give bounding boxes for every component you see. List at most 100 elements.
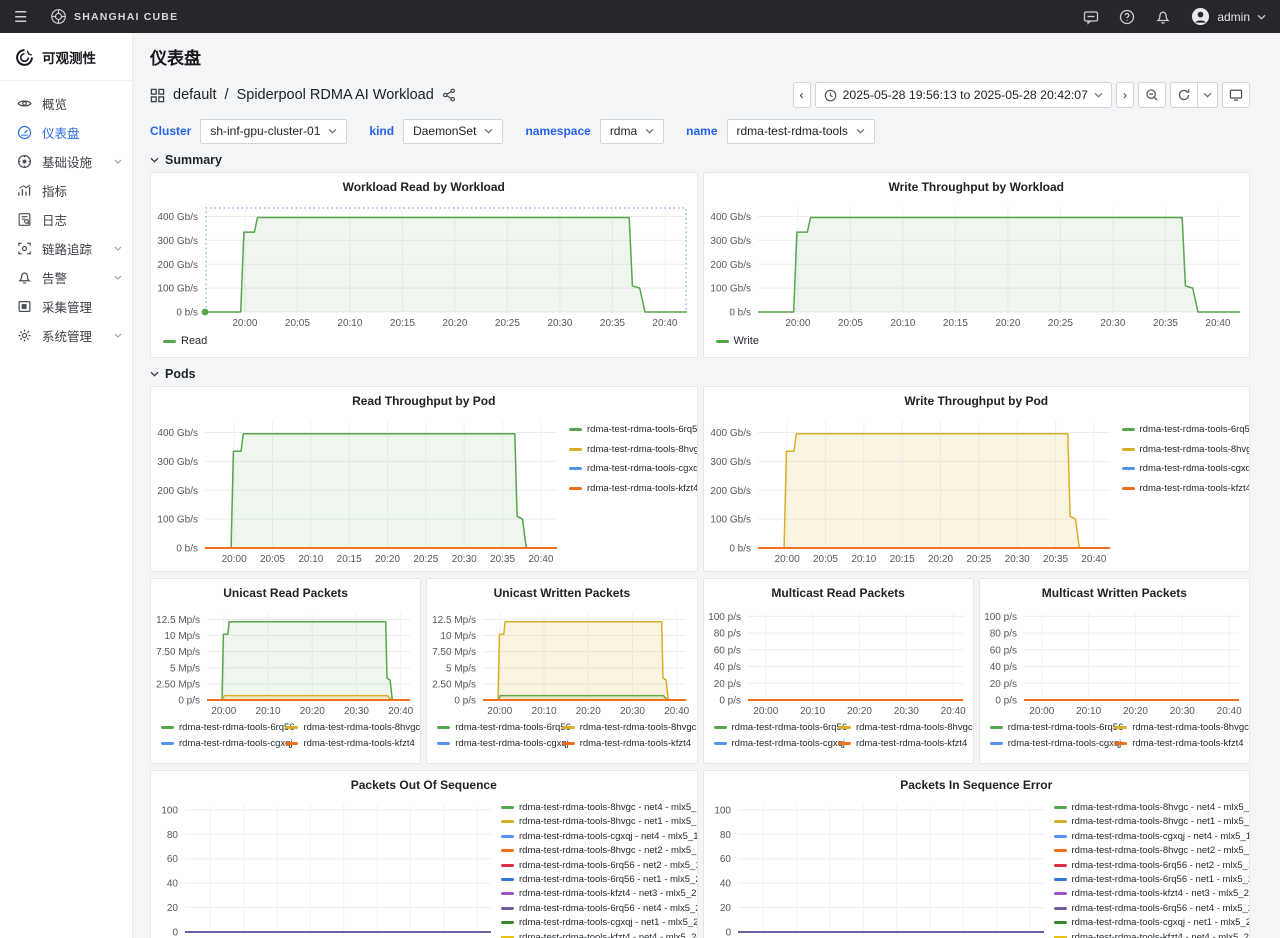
legend-item[interactable]: rdma-test-rdma-tools-8hvgc	[838, 722, 962, 733]
refresh-interval-dropdown[interactable]	[1198, 82, 1218, 108]
section-summary[interactable]: Summary	[150, 153, 1250, 167]
sidebar-item-tracing[interactable]: 链路追踪	[0, 234, 132, 263]
breadcrumb-dashboard-name[interactable]: Spiderpool RDMA AI Workload	[237, 87, 434, 103]
legend-item[interactable]: rdma-test-rdma-tools-kfzt4	[562, 738, 686, 749]
message-icon[interactable]	[1083, 9, 1099, 25]
sidebar-item-overview[interactable]: 概览	[0, 89, 132, 118]
svg-text:0 b/s: 0 b/s	[176, 308, 198, 319]
time-range-picker[interactable]: 2025-05-28 19:56:13 to 2025-05-28 20:42:…	[815, 82, 1112, 108]
legend-item[interactable]: rdma-test-rdma-tools-6rq56	[161, 722, 285, 733]
panel-title[interactable]: Multicast Read Packets	[704, 584, 973, 604]
notifications-bell-icon[interactable]	[1155, 9, 1171, 25]
legend-item[interactable]: rdma-test-rdma-tools-cgxqj	[437, 738, 561, 749]
legend-item[interactable]: rdma-test-rdma-tools-kfzt4	[569, 483, 693, 494]
legend-item[interactable]: rdma-test-rdma-tools-kfzt4 - net3 - mlx5…	[1054, 888, 1248, 899]
sidebar-item-logs[interactable]: 日志	[0, 205, 132, 234]
legend-item[interactable]: rdma-test-rdma-tools-6rq56 - net2 - mlx5…	[501, 860, 695, 871]
legend-item[interactable]: rdma-test-rdma-tools-cgxqj - net4 - mlx5…	[501, 831, 695, 842]
legend-item[interactable]: rdma-test-rdma-tools-6rq56	[990, 722, 1114, 733]
time-shift-back-button[interactable]: ‹	[793, 82, 811, 108]
packets-in-sequence-error-chart[interactable]: 02040608010020:0020:0520:1020:1520:2020:…	[704, 796, 1054, 938]
sidebar-item-alerts[interactable]: 告警	[0, 263, 132, 292]
sidebar-item-infrastructure[interactable]: 基础设施	[0, 147, 132, 176]
panel-title[interactable]: Multicast Written Packets	[980, 584, 1249, 604]
legend-item[interactable]: Read	[163, 335, 207, 347]
panel-title[interactable]: Unicast Written Packets	[427, 584, 696, 604]
legend-item[interactable]: rdma-test-rdma-tools-6rq56	[714, 722, 838, 733]
hamburger-menu-icon[interactable]: ☰	[14, 8, 38, 26]
panel-title[interactable]: Write Throughput by Pod	[704, 392, 1250, 412]
legend-item[interactable]: rdma-test-rdma-tools-kfzt4 - net4 - mlx5…	[1054, 932, 1248, 938]
legend-item[interactable]: rdma-test-rdma-tools-kfzt4	[285, 738, 409, 749]
legend-item[interactable]: rdma-test-rdma-tools-8hvgc - net2 - mlx5…	[1054, 845, 1248, 856]
panel-title[interactable]: Workload Read by Workload	[151, 178, 697, 198]
filter-cluster-dropdown[interactable]: sh-inf-gpu-cluster-01	[200, 119, 347, 144]
packets-out-of-sequence-chart[interactable]: 02040608010020:0020:0520:1020:1520:2020:…	[151, 796, 501, 938]
unicast-read-packets-chart[interactable]: 0 p/s2.50 Mp/s5 Mp/s7.50 Mp/s10 Mp/s12.5…	[151, 604, 420, 718]
legend-item[interactable]: rdma-test-rdma-tools-kfzt4	[1114, 738, 1238, 749]
legend-item[interactable]: rdma-test-rdma-tools-6rq56 - net1 - mlx5…	[1054, 874, 1248, 885]
filter-kind-dropdown[interactable]: DaemonSet	[403, 119, 503, 144]
legend-item[interactable]: rdma-test-rdma-tools-cgxqj	[569, 463, 693, 474]
read-throughput-pod-chart[interactable]: 0 b/s100 Gb/s200 Gb/s300 Gb/s400 Gb/s20:…	[151, 412, 567, 566]
write-throughput-pod-chart[interactable]: 0 b/s100 Gb/s200 Gb/s300 Gb/s400 Gb/s20:…	[704, 412, 1120, 566]
time-shift-forward-button[interactable]: ›	[1116, 82, 1134, 108]
legend-item[interactable]: rdma-test-rdma-tools-cgxqj - net1 - mlx5…	[1054, 917, 1248, 928]
legend-item[interactable]: rdma-test-rdma-tools-8hvgc - net4 - mlx5…	[1054, 802, 1248, 813]
filter-namespace-dropdown[interactable]: rdma	[600, 119, 664, 144]
multicast-read-packets-chart[interactable]: 0 p/s20 p/s40 p/s60 p/s80 p/s100 p/s20:0…	[704, 604, 973, 718]
tv-mode-button[interactable]	[1222, 82, 1250, 108]
filter-name-dropdown[interactable]: rdma-test-rdma-tools	[727, 119, 875, 144]
legend-item[interactable]: rdma-test-rdma-tools-cgxqj	[161, 738, 285, 749]
panel-title[interactable]: Unicast Read Packets	[151, 584, 420, 604]
write-throughput-workload-chart[interactable]: 0 b/s100 Gb/s200 Gb/s300 Gb/s400 Gb/s20:…	[704, 198, 1250, 330]
legend-item[interactable]: rdma-test-rdma-tools-6rq56 - net2 - mlx5…	[1054, 860, 1248, 871]
breadcrumb[interactable]: default / Spiderpool RDMA AI Workload	[150, 87, 456, 103]
legend-item[interactable]: rdma-test-rdma-tools-8hvgc	[562, 722, 686, 733]
legend-item[interactable]: rdma-test-rdma-tools-8hvgc	[1114, 722, 1238, 733]
legend-item[interactable]: rdma-test-rdma-tools-6rq56	[437, 722, 561, 733]
section-pods[interactable]: Pods	[150, 367, 1250, 381]
panel-title[interactable]: Packets In Sequence Error	[704, 776, 1250, 796]
legend-item[interactable]: rdma-test-rdma-tools-cgxqj - net4 - mlx5…	[1054, 831, 1248, 842]
panel-title[interactable]: Read Throughput by Pod	[151, 392, 697, 412]
user-menu[interactable]: admin	[1191, 7, 1266, 26]
legend-item[interactable]: rdma-test-rdma-tools-kfzt4	[1122, 483, 1246, 494]
help-icon[interactable]	[1119, 9, 1135, 25]
panel-title[interactable]: Write Throughput by Workload	[704, 178, 1250, 198]
legend-item[interactable]: rdma-test-rdma-tools-cgxqj	[990, 738, 1114, 749]
unicast-written-packets-chart[interactable]: 0 p/s2.50 Mp/s5 Mp/s7.50 Mp/s10 Mp/s12.5…	[427, 604, 696, 718]
legend-item[interactable]: rdma-test-rdma-tools-cgxqj	[714, 738, 838, 749]
refresh-button[interactable]	[1170, 82, 1198, 108]
filter-kind: kind DaemonSet	[369, 119, 503, 144]
svg-text:20:40: 20:40	[652, 318, 677, 329]
legend-item[interactable]: rdma-test-rdma-tools-6rq56 - net4 - mlx5…	[501, 903, 695, 914]
breadcrumb-folder[interactable]: default	[173, 87, 217, 103]
sidebar-item-collection[interactable]: 采集管理	[0, 292, 132, 321]
legend-item[interactable]: Write	[716, 335, 759, 347]
legend-item[interactable]: rdma-test-rdma-tools-kfzt4	[838, 738, 962, 749]
legend-item[interactable]: rdma-test-rdma-tools-cgxqj - net1 - mlx5…	[501, 917, 695, 928]
zoom-out-button[interactable]	[1138, 82, 1166, 108]
workload-read-chart[interactable]: 0 b/s100 Gb/s200 Gb/s300 Gb/s400 Gb/s20:…	[151, 198, 697, 330]
legend-item[interactable]: rdma-test-rdma-tools-8hvgc - net2 - mlx5…	[501, 845, 695, 856]
legend-item[interactable]: rdma-test-rdma-tools-8hvgc	[569, 444, 693, 455]
legend-item[interactable]: rdma-test-rdma-tools-kfzt4 - net4 - mlx5…	[501, 932, 695, 938]
legend-item[interactable]: rdma-test-rdma-tools-8hvgc - net4 - mlx5…	[501, 802, 695, 813]
sidebar-item-dashboards[interactable]: 仪表盘	[0, 118, 132, 147]
multicast-written-packets-chart[interactable]: 0 p/s20 p/s40 p/s60 p/s80 p/s100 p/s20:0…	[980, 604, 1249, 718]
share-icon[interactable]	[442, 88, 456, 102]
legend-item[interactable]: rdma-test-rdma-tools-6rq56 - net1 - mlx5…	[501, 874, 695, 885]
legend-item[interactable]: rdma-test-rdma-tools-8hvgc	[1122, 444, 1246, 455]
legend-item[interactable]: rdma-test-rdma-tools-6rq56 - net4 - mlx5…	[1054, 903, 1248, 914]
panel-title[interactable]: Packets Out Of Sequence	[151, 776, 697, 796]
legend-item[interactable]: rdma-test-rdma-tools-kfzt4 - net3 - mlx5…	[501, 888, 695, 899]
legend-item[interactable]: rdma-test-rdma-tools-6rq56	[569, 424, 693, 435]
legend-item[interactable]: rdma-test-rdma-tools-8hvgc	[285, 722, 409, 733]
legend-item[interactable]: rdma-test-rdma-tools-8hvgc - net1 - mlx5…	[501, 816, 695, 827]
legend-item[interactable]: rdma-test-rdma-tools-8hvgc - net1 - mlx5…	[1054, 816, 1248, 827]
sidebar-item-metrics[interactable]: 指标	[0, 176, 132, 205]
legend-item[interactable]: rdma-test-rdma-tools-6rq56	[1122, 424, 1246, 435]
sidebar-item-system[interactable]: 系统管理	[0, 321, 132, 350]
legend-item[interactable]: rdma-test-rdma-tools-cgxqj	[1122, 463, 1246, 474]
